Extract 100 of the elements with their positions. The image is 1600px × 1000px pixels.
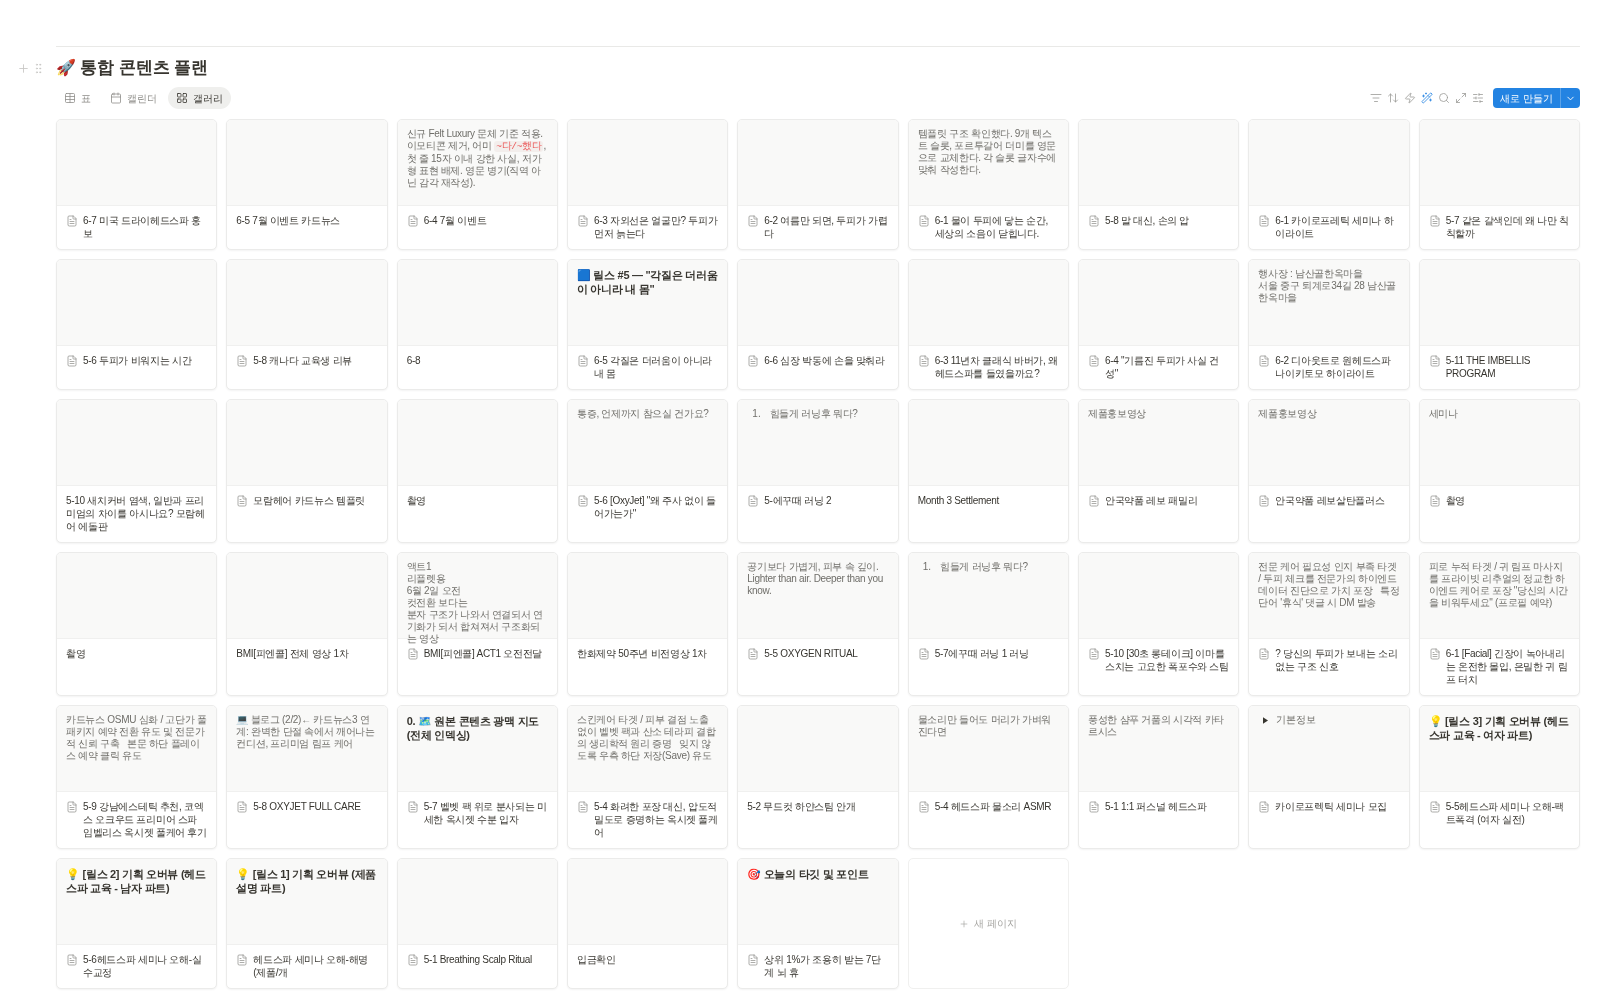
gallery-card[interactable]: 입금확인 (567, 858, 729, 989)
gallery-card[interactable]: 6-3 11년차 클래식 바버가, 왜 헤드스파를 들였을까요? (907, 259, 1069, 390)
card-title: 6-1 물이 두피에 닿는 순간, 세상의 소음이 닫힙니다. (934, 214, 1049, 240)
gallery-card[interactable]: 🎯 오늘의 타깃 및 포인트 상위 1%가 조용히 받는 7단계 뇌 휴 (737, 858, 899, 989)
preview-heading: 💡 [릴스 2] 기획 오버뷰 (헤드스파 교육 - 남자 파트) (66, 867, 207, 895)
toggle-triangle-icon[interactable] (1263, 716, 1269, 724)
gallery-card[interactable]: BMI[피엔콜] 전체 영상 1차 (226, 552, 388, 696)
gallery-card[interactable]: 신규 Felt Luxury 문체 기준 적용. 이모티콘 제거, 어미 ~다/~했다 , 첫 줄 15자 이내 강한 사실, 저가형 표현 배제. 영문 병기(직역 아닌 감각 재작성). 6-4 7월 이벤트 (396, 119, 558, 250)
gallery-card[interactable]: 제품홍보영상 안국약품 레보살탄플러스 (1248, 399, 1410, 543)
gallery-card[interactable]: 전문 케어 필요성 인지 부족 타겟 / 두피 체크를 전문가의 하이엔드 데이터 진단으로 가치 포장 특정 단어 '휴식' 댓글 시 DM 발송 ? 당신의 두피가 보내는 소리 없는 구조 신호 (1248, 552, 1410, 696)
preview-text: 6월 2일 오전 (406, 585, 462, 597)
card-title: 6-3 11년차 클래식 바버가, 왜 헤드스파를 들였을까요? (934, 354, 1059, 380)
gallery-card[interactable]: 💡 [릴스 2] 기획 오버뷰 (헤드스파 교육 - 남자 파트) 5-6헤드스파 세미나 오해-실수교정 (56, 858, 218, 989)
gallery-card[interactable]: 6-6 심장 박동에 손을 맞춰라 (737, 259, 899, 390)
gallery-card[interactable]: 액트1 리플렛용 6월 2일 오전 컷전환 보다는 분자 구조가 나와서 연결되서 연기화가 되서 합쳐져서 구조화되는 영상 BMI[피엔콜] ACT1 오전전달 (396, 552, 558, 696)
gallery-card[interactable]: 6-7 미국 드라이헤드스파 홍보 (56, 119, 218, 250)
preview-text: 풍성한 샴푸 거품의 시각적 카타르시스 (1088, 714, 1225, 738)
preview-text: 전문 케어 필요성 인지 부족 타겟 / 두피 체크를 전문가의 하이엔드 데이터 진단으로 가치 포장 특정 단어 '휴식' 댓글 시 DM 발송 (1258, 561, 1400, 609)
card-title: 6-5 7월 이벤트 카드뉴스 (236, 214, 341, 227)
preview-text: 리플렛용 (406, 573, 447, 585)
magic-wand-icon[interactable] (1421, 92, 1434, 104)
new-button[interactable]: 새로 만들기 (1493, 88, 1560, 108)
gallery-card[interactable]: 피로 누적 타겟 / 귀 림프 마사지를 프라이빗 리추얼의 정교한 하이엔드 케어로 포장 "당신의 시간을 비워두세요" (프로필 예약) 6-1 [Facial] 긴장이 녹아내리는 온전한 몰입, 은밀한 귀 림프 터치 (1418, 552, 1580, 696)
gallery-card[interactable]: 💻 블로그 (2/2)← 카드뉴스3 연계: 완벽한 단절 속에서 깨어나는 컨디션, 프리미엄 림프 케어 5-8 OXYJET FULL CARE (226, 705, 388, 849)
view-tab[interactable]: 표 (56, 87, 99, 109)
list-number: 1. (922, 561, 931, 573)
gallery-card[interactable]: 6-8 (396, 259, 558, 390)
card-title: 5-8 캐나다 교육생 리뷰 (253, 354, 352, 367)
gallery-card[interactable]: 풍성한 샴푸 거품의 시각적 카타르시스 5-1 1:1 퍼스널 헤드스파 (1078, 705, 1240, 849)
gallery-card[interactable]: 6-5 7월 이벤트 카드뉴스 (226, 119, 388, 250)
card-title: 5-2 무드컷 하얀스팀 안개 (747, 800, 856, 813)
gallery-card[interactable]: 촬영 (56, 552, 218, 696)
gallery-card[interactable]: 물소리만 들어도 머리가 가벼워진다면 5-4 헤드스파 물소리 ASMR (907, 705, 1069, 849)
card-title: 5-1 1:1 퍼스널 헤드스파 (1105, 800, 1207, 813)
gallery-card[interactable]: 5-8 캐나다 교육생 리뷰 (226, 259, 388, 390)
gallery-card[interactable]: 5-11 THE IMBELLIS PROGRAM (1418, 259, 1580, 390)
card-title: 5-7에꾸때 러닝 1 러닝 (934, 647, 1029, 660)
preview-text: 물소리만 들어도 머리가 가벼워진다면 (917, 714, 1053, 738)
card-title: 6-8 (406, 354, 421, 367)
gallery-card[interactable]: 5-2 무드컷 하얀스팀 안개 (737, 705, 899, 849)
gallery-card[interactable]: 공기보다 가볍게, 피부 속 깊이. Lighter than air. Deeper than you know. 5-5 OXYGEN RITUAL (737, 552, 899, 696)
card-title: 6-7 미국 드라이헤드스파 홍보 (83, 214, 202, 240)
gallery-card[interactable]: 5-8 말 대신, 손의 압 (1078, 119, 1240, 250)
gallery-card[interactable]: 스킨케어 타겟 / 피부 결점 노출 없이 벨벳 팩과 산소 테라피 결합의 생리학적 원리 증명 잊지 않도록 우측 하단 저장(Save) 유도 5-4 화려한 포장 대신, 압도적 밀도로 증명하는 옥시젯 풀케어 (567, 705, 729, 849)
gallery-card[interactable]: 기본정보 카이로프렉틱 세미나 모집 (1248, 705, 1410, 849)
gallery-card[interactable]: 5-6 두피가 비워지는 시간 (56, 259, 218, 390)
gallery-card[interactable]: 6-1 카이로프레틱 세미나 하이라이트 (1248, 119, 1410, 250)
new-dropdown-button[interactable] (1560, 88, 1580, 108)
gallery-card[interactable]: 한화제약 50주년 비전영상 1차 (567, 552, 729, 696)
gallery-card[interactable]: 5-1 Breathing Scalp Ritual (396, 858, 558, 989)
preview-heading: 🎯 오늘의 타깃 및 포인트 (747, 867, 870, 881)
preview-text: 통증, 언제까지 참으실 건가요? (577, 408, 710, 420)
card-title: 모람헤어 카드뉴스 템플릿 (253, 494, 365, 507)
view-tab[interactable]: 갤러리 (168, 87, 231, 109)
card-title: 5-10 새치커버 염색, 일반과 프리미엄의 차이를 아시나요? 모람헤어 에돌판 (66, 494, 206, 533)
gallery-card[interactable]: 1. 힘들게 러닝후 뭐다? 5-7에꾸때 러닝 1 러닝 (907, 552, 1069, 696)
preview-heading: 🟦 릴스 #5 — "각질은 더러움이 아니라 내 몸" (577, 268, 719, 296)
gallery-card[interactable]: 세미나 촬영 (1418, 399, 1580, 543)
filter-icon[interactable] (1370, 92, 1383, 104)
gallery-card[interactable]: 5-10 새치커버 염색, 일반과 프리미엄의 차이를 아시나요? 모람헤어 에돌판 (56, 399, 218, 543)
gallery-card[interactable]: Month 3 Settlement (907, 399, 1069, 543)
card-title: ? 당신의 두피가 보내는 소리 없는 구조 신호 (1275, 647, 1399, 673)
preview-text: 행사장 : 남산골한옥마을 (1258, 268, 1364, 280)
gallery-card[interactable]: 1. 힘들게 러닝후 뭐다? 5-에꾸때 러닝 2 (737, 399, 899, 543)
gallery-card[interactable]: 제품홍보영상 안국약품 레보 패밀리 (1078, 399, 1240, 543)
gallery-card[interactable]: 통증, 언제까지 참으실 건가요? 5-6 [OxyJet] "왜 주사 없이 들어가는가" (567, 399, 729, 543)
gallery-card[interactable]: 행사장 : 남산골한옥마을 서울 중구 퇴계로34길 28 남산골한옥마을 6-2 디아웃트로 원헤드스파 나이키토모 하이라이트 (1248, 259, 1410, 390)
expand-icon[interactable] (1455, 92, 1468, 104)
card-title: 5-8 말 대신, 손의 압 (1105, 214, 1190, 227)
card-title: 6-2 디아웃트로 원헤드스파 나이키토모 하이라이트 (1275, 354, 1392, 380)
gallery-card[interactable]: 카드뉴스 OSMU 심화 / 고단가 풀 패키지 예약 전환 유도 및 전문가적 신뢰 구축 본문 하단 플레이스 예약 클릭 유도 5-9 강남에스테틱 추천, 코엑스 오크우드 프리미어 스파 임벨리스 옥시젯 풀케어 후기 (56, 705, 218, 849)
search-icon[interactable] (1438, 92, 1451, 104)
gallery-card[interactable]: 촬영 (396, 399, 558, 543)
preview-text: 카드뉴스 OSMU 심화 / 고단가 풀 패키지 예약 전환 유도 및 전문가적 신뢰 구축 본문 하단 플레이스 예약 클릭 유도 (66, 714, 208, 762)
card-title: BMI[피엔콜] ACT1 오전전달 (423, 647, 543, 660)
add-icon[interactable] (17, 61, 30, 75)
preview-text: 공기보다 가볍게, 피부 속 깊이. (747, 561, 880, 573)
gallery-card[interactable]: 6-4 "기름진 두피가 사실 건성" (1078, 259, 1240, 390)
gallery-card[interactable]: 💡 [릴스 3] 기획 오버뷰 (헤드스파 교육 - 여자 파트) 5-5헤드스파 세미나 오해-팩트폭격 (여자 실전) (1418, 705, 1580, 849)
card-title: 6-4 7월 이벤트 (423, 214, 487, 227)
gallery-card[interactable]: 6-2 여름만 되면, 두피가 가렵다 (737, 119, 899, 250)
gallery-card[interactable]: 0. 🗺 원본 콘텐츠 광맥 지도 (전체 인덱싱) 5-7 벨벳 팩 위로 분사되는 미세한 옥시젯 수분 입자 (396, 705, 558, 849)
lightning-icon[interactable] (1404, 92, 1417, 104)
card-title: 6-2 여름만 되면, 두피가 가렵다 (764, 214, 889, 240)
preview-heading: 0. 🗺 원본 콘텐츠 광맥 지도 (전체 인덱싱) (406, 714, 540, 742)
gallery-card[interactable]: 모람헤어 카드뉴스 템플릿 (226, 399, 388, 543)
view-tab[interactable]: 캘린더 (102, 87, 165, 109)
sort-icon[interactable] (1387, 92, 1400, 104)
settings-icon[interactable] (1472, 92, 1485, 104)
card-title: 6-1 카이로프레틱 세미나 하이라이트 (1275, 214, 1395, 240)
card-title: 5-9 강남에스테틱 추천, 코엑스 오크우드 프리미어 스파 임벨리스 옥시젯 풀케어 후기 (83, 800, 208, 839)
gallery-card[interactable]: 6-3 자외선은 얼굴만? 두피가 먼저 늙는다 (567, 119, 729, 250)
list-number: 1. (752, 408, 761, 420)
gallery-card[interactable]: 🟦 릴스 #5 — "각질은 더러움이 아니라 내 몸" 6-5 각질은 더러움이 아니라 내 몸 (567, 259, 729, 390)
gallery-card[interactable]: 5-7 같은 갈색인데 왜 나만 칙칙할까 (1418, 119, 1580, 250)
preview-text: 힘들게 러닝후 뭐다? (769, 408, 858, 420)
gallery-card[interactable]: 💡 [릴스 1] 기획 오버뷰 (제품 설명 파트) 헤드스파 세미나 오해-해명 (제품/개 (226, 858, 388, 989)
gallery-card[interactable]: 템플릿 구조 확인했다. 9개 텍스트 슬롯, 포르투갈어 더미를 영문으로 교체한다. 각 슬롯 글자수에 맞춰 작성한다. 6-1 물이 두피에 닿는 순간, 세상의 소음이 닫힙니다. (907, 119, 1069, 250)
card-title: 5-6 [OxyJet] "왜 주사 없이 들어가는가" (594, 494, 717, 520)
gallery-card[interactable]: 5-10 [30초 롱테이크] 이마를 스치는 고요한 폭포수와 스팀 (1078, 552, 1240, 696)
